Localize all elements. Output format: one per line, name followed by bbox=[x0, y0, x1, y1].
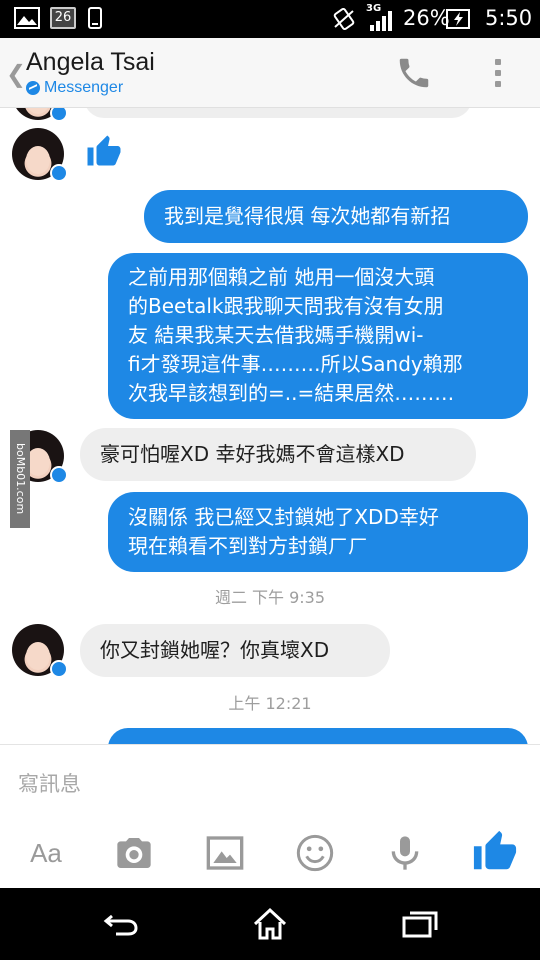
back-chevron-icon[interactable]: ❮ bbox=[6, 62, 26, 86]
vibrate-icon bbox=[333, 7, 355, 31]
message-line: 之前用那個賴之前 她用一個沒大頭 bbox=[128, 265, 435, 289]
status-bar: 26 3G 26% 5:50 bbox=[0, 0, 540, 38]
emoji-icon[interactable] bbox=[295, 833, 335, 873]
messenger-badge-icon bbox=[50, 164, 68, 182]
outgoing-message[interactable]: 我到是覺得很煩 每次她都有新招 bbox=[144, 190, 528, 243]
partial-message-bubble bbox=[84, 108, 472, 118]
calendar-number: 26 bbox=[54, 10, 72, 25]
message-timestamp: 上午 12:21 bbox=[228, 694, 312, 713]
thumbs-up-icon bbox=[87, 135, 121, 166]
camera-icon[interactable] bbox=[114, 833, 154, 873]
outgoing-message[interactable]: 之前用那個賴之前 她用一個沒大頭 的Beetalk跟我聊天問我有沒有女朋 友 結… bbox=[108, 253, 528, 419]
messenger-screen: 26 3G 26% 5:50 ❮ Angela Tsai Messenger 我… bbox=[0, 0, 540, 960]
avatar[interactable] bbox=[12, 128, 68, 182]
partial-outgoing-message bbox=[108, 728, 528, 744]
calendar-icon: 26 bbox=[50, 7, 76, 29]
messenger-badge-icon bbox=[50, 466, 68, 484]
image-icon bbox=[14, 7, 40, 29]
phone-call-icon[interactable] bbox=[395, 54, 433, 92]
contact-name[interactable]: Angela Tsai bbox=[26, 48, 155, 77]
phone-device-icon bbox=[88, 7, 102, 29]
message-line: fi才發現這件事………所以Sandy賴那 bbox=[128, 352, 463, 376]
message-line: 豪可怕喔XD 幸好我媽不會這樣XD bbox=[100, 442, 405, 466]
message-list[interactable]: 我到是覺得很煩 每次她都有新招 之前用那個賴之前 她用一個沒大頭 的Beetal… bbox=[0, 108, 540, 744]
thumbs-up-icon[interactable] bbox=[472, 829, 518, 875]
message-line: 的Beetalk跟我聊天問我有沒有女朋 bbox=[128, 294, 444, 318]
message-line: 友 結果我某天去借我媽手機開wi- bbox=[128, 323, 424, 347]
messenger-icon bbox=[26, 81, 40, 95]
signal-icon bbox=[370, 11, 392, 31]
messenger-subtitle: Messenger bbox=[26, 79, 123, 97]
message-line: 沒關係 我已經又封鎖她了XDD幸好 bbox=[128, 505, 439, 529]
clock-time: 5:50 bbox=[485, 6, 533, 30]
message-line: 次我早該想到的=..=結果居然……… bbox=[128, 381, 455, 405]
message-composer: Aa bbox=[0, 744, 540, 888]
message-line: 我到是覺得很煩 每次她都有新招 bbox=[164, 204, 451, 228]
messenger-badge-icon bbox=[50, 660, 68, 678]
microphone-icon[interactable] bbox=[385, 833, 425, 873]
incoming-message[interactable]: 豪可怕喔XD 幸好我媽不會這樣XD bbox=[80, 428, 476, 481]
back-nav-icon[interactable] bbox=[100, 906, 140, 942]
watermark: boMb01.com bbox=[10, 430, 30, 528]
battery-charging-icon bbox=[446, 9, 470, 29]
battery-percent: 26% bbox=[403, 6, 450, 30]
incoming-message[interactable]: 你又封鎖她喔？你真壞XD bbox=[80, 624, 390, 677]
gallery-icon[interactable] bbox=[205, 833, 245, 873]
message-input[interactable] bbox=[18, 767, 518, 801]
outgoing-message[interactable]: 沒關係 我已經又封鎖她了XDD幸好 現在賴看不到對方封鎖ㄏㄏ bbox=[108, 492, 528, 572]
messenger-badge-icon bbox=[50, 108, 68, 122]
more-vertical-icon[interactable] bbox=[488, 56, 508, 92]
message-line: 現在賴看不到對方封鎖ㄏㄏ bbox=[128, 534, 368, 558]
message-line: 你又封鎖她喔？你真壞XD bbox=[100, 638, 330, 662]
home-nav-icon[interactable] bbox=[250, 906, 290, 942]
messenger-label: Messenger bbox=[44, 79, 124, 96]
message-timestamp: 週二 下午 9:35 bbox=[214, 588, 326, 607]
system-nav-bar bbox=[0, 888, 540, 960]
avatar bbox=[12, 108, 68, 122]
avatar[interactable] bbox=[12, 624, 68, 678]
conversation-header: ❮ Angela Tsai Messenger bbox=[0, 38, 540, 108]
text-format-icon[interactable]: Aa bbox=[26, 833, 66, 873]
recents-nav-icon[interactable] bbox=[400, 906, 440, 942]
